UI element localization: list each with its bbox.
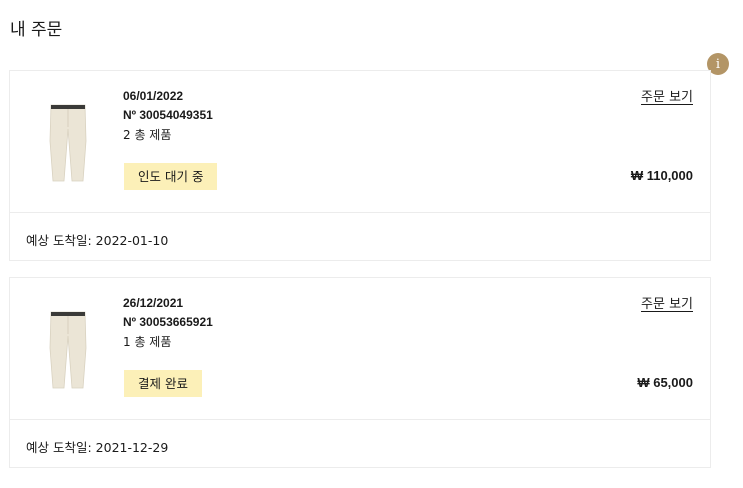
order-card: 06/01/2022 Nº 30054049351 2 총 제품 인도 대기 중… <box>9 70 711 261</box>
status-badge: 결제 완료 <box>124 370 202 397</box>
order-number: Nº 30053665921 <box>123 315 213 329</box>
info-glyph: i <box>715 56 721 72</box>
order-total: ₩ 65,000 <box>637 375 693 390</box>
view-order-link[interactable]: 주문 보기 <box>641 86 693 105</box>
view-order-link[interactable]: 주문 보기 <box>641 293 693 312</box>
status-badge: 인도 대기 중 <box>124 163 218 190</box>
order-number: Nº 30054049351 <box>123 108 213 122</box>
order-total: ₩ 110,000 <box>630 168 693 183</box>
item-count: 2 총 제품 <box>123 128 172 142</box>
order-summary: 06/01/2022 Nº 30054049351 2 총 제품 인도 대기 중… <box>10 71 710 213</box>
cream-trousers-image[interactable] <box>48 308 88 390</box>
estimated-delivery: 예상 도착일: 2022-01-10 <box>26 233 169 248</box>
order-summary: 26/12/2021 Nº 30053665921 1 총 제품 결제 완료 주… <box>10 278 710 420</box>
page-title: 내 주문 <box>10 20 63 40</box>
cream-trousers-image[interactable] <box>48 101 88 183</box>
order-card: 26/12/2021 Nº 30053665921 1 총 제품 결제 완료 주… <box>9 277 711 468</box>
order-date: 06/01/2022 <box>123 89 184 103</box>
order-date: 26/12/2021 <box>123 296 184 310</box>
item-count: 1 총 제품 <box>123 335 172 349</box>
estimated-delivery: 예상 도착일: 2021-12-29 <box>26 440 169 455</box>
